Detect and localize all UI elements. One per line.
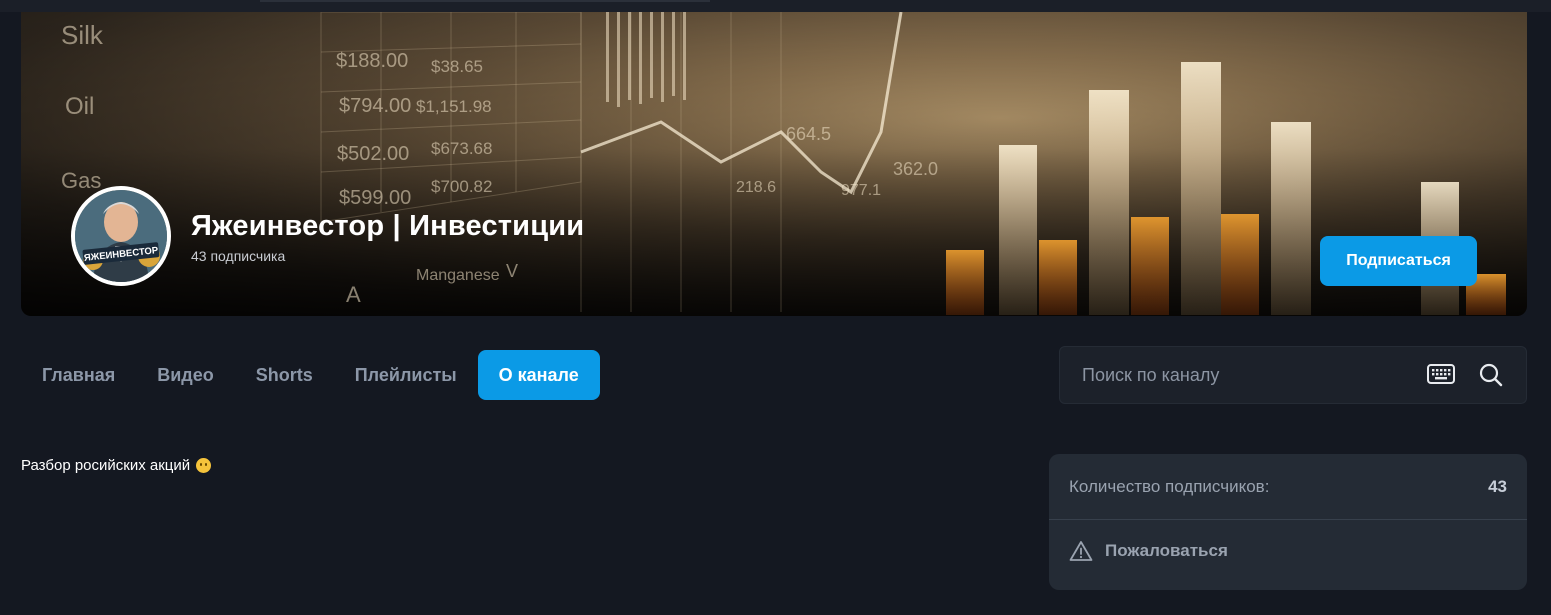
description-text: Разбор росийских акций xyxy=(21,457,191,474)
tab-home[interactable]: Главная xyxy=(21,350,136,400)
search-input[interactable] xyxy=(1060,347,1422,403)
search-icon[interactable] xyxy=(1478,362,1504,388)
channel-search xyxy=(1059,346,1527,404)
banner-label: Oil xyxy=(65,93,94,120)
banner-label: $1,151.98 xyxy=(416,97,492,116)
subscribers-label: Количество подписчиков: xyxy=(1069,477,1270,496)
avatar-image: ЯЖЕИНВЕСТОР xyxy=(75,190,167,282)
banner-artwork: Silk Oil Gas $188.00 $794.00 $502.00 $59… xyxy=(61,12,1506,315)
tab-about[interactable]: О канале xyxy=(477,350,600,400)
warning-icon xyxy=(1069,541,1093,561)
channel-tabs: Главная Видео Shorts Плейлисты О канале xyxy=(21,350,600,400)
channel-banner: Silk Oil Gas $188.00 $794.00 $502.00 $59… xyxy=(21,12,1527,316)
banner-label: 362.0 xyxy=(893,159,938,179)
subscriber-count: 43 подписчика xyxy=(191,248,286,264)
channel-avatar[interactable]: ЯЖЕИНВЕСТОР xyxy=(71,186,171,286)
banner-label: $794.00 xyxy=(339,95,411,117)
smile-emoji xyxy=(196,458,212,473)
top-bar-divider xyxy=(260,0,710,2)
banner-label: 664.5 xyxy=(786,124,831,144)
tab-playlists[interactable]: Плейлисты xyxy=(334,350,478,400)
subscribe-button[interactable]: Подписаться xyxy=(1320,236,1477,286)
banner-label: A xyxy=(346,282,361,307)
banner-label: 977.1 xyxy=(841,182,881,199)
report-button[interactable]: Пожаловаться xyxy=(1069,540,1228,562)
keyboard-icon[interactable] xyxy=(1427,363,1455,385)
banner-label: V xyxy=(506,261,518,281)
banner-label: $188.00 xyxy=(336,50,408,72)
subscribers-row: Количество подписчиков: 43 xyxy=(1049,454,1527,520)
report-label: Пожаловаться xyxy=(1105,541,1228,560)
tab-shorts[interactable]: Shorts xyxy=(235,350,334,400)
banner-label: $599.00 xyxy=(339,187,411,209)
banner-label: Silk xyxy=(61,20,104,50)
subscribers-value: 43 xyxy=(1488,477,1507,496)
banner-label: $502.00 xyxy=(337,143,409,165)
banner-label: 218.6 xyxy=(736,179,776,196)
banner-label: $38.65 xyxy=(431,57,483,76)
channel-info-card: Количество подписчиков: 43 Пожаловаться xyxy=(1049,454,1527,590)
channel-description: Разбор росийских акций xyxy=(21,457,212,474)
channel-title: Яжеинвестор | Инвестиции xyxy=(191,210,585,242)
banner-label: $700.82 xyxy=(431,177,492,196)
banner-label: $673.68 xyxy=(431,139,492,158)
banner-label: Manganese xyxy=(416,267,500,284)
top-bar xyxy=(0,0,1551,12)
tab-videos[interactable]: Видео xyxy=(136,350,235,400)
